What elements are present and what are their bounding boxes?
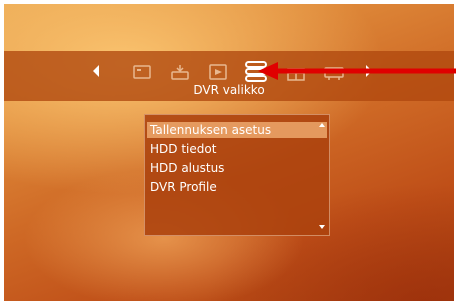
- menu-title: DVR valikko: [193, 83, 265, 97]
- receiver-icon[interactable]: [169, 61, 191, 83]
- scroll-up-icon[interactable]: [319, 123, 325, 127]
- tv-icon[interactable]: [131, 61, 153, 83]
- list-item-hdd-format[interactable]: HDD alustus: [150, 160, 224, 176]
- list-item-recording-settings[interactable]: Tallennuksen asetus: [147, 122, 327, 138]
- list-item-hdd-info[interactable]: HDD tiedot: [150, 141, 216, 157]
- list-item-dvr-profile[interactable]: DVR Profile: [150, 179, 217, 195]
- tv-screen: DVR valikko Tallennuksen asetus HDD tied…: [4, 4, 454, 301]
- dvr-options-list: Tallennuksen asetus HDD tiedot HDD alust…: [144, 114, 330, 236]
- left-arrow-icon[interactable]: [91, 63, 101, 79]
- red-pointer-arrow: [258, 62, 456, 80]
- scroll-down-icon[interactable]: [319, 225, 325, 229]
- media-icon[interactable]: [207, 61, 229, 83]
